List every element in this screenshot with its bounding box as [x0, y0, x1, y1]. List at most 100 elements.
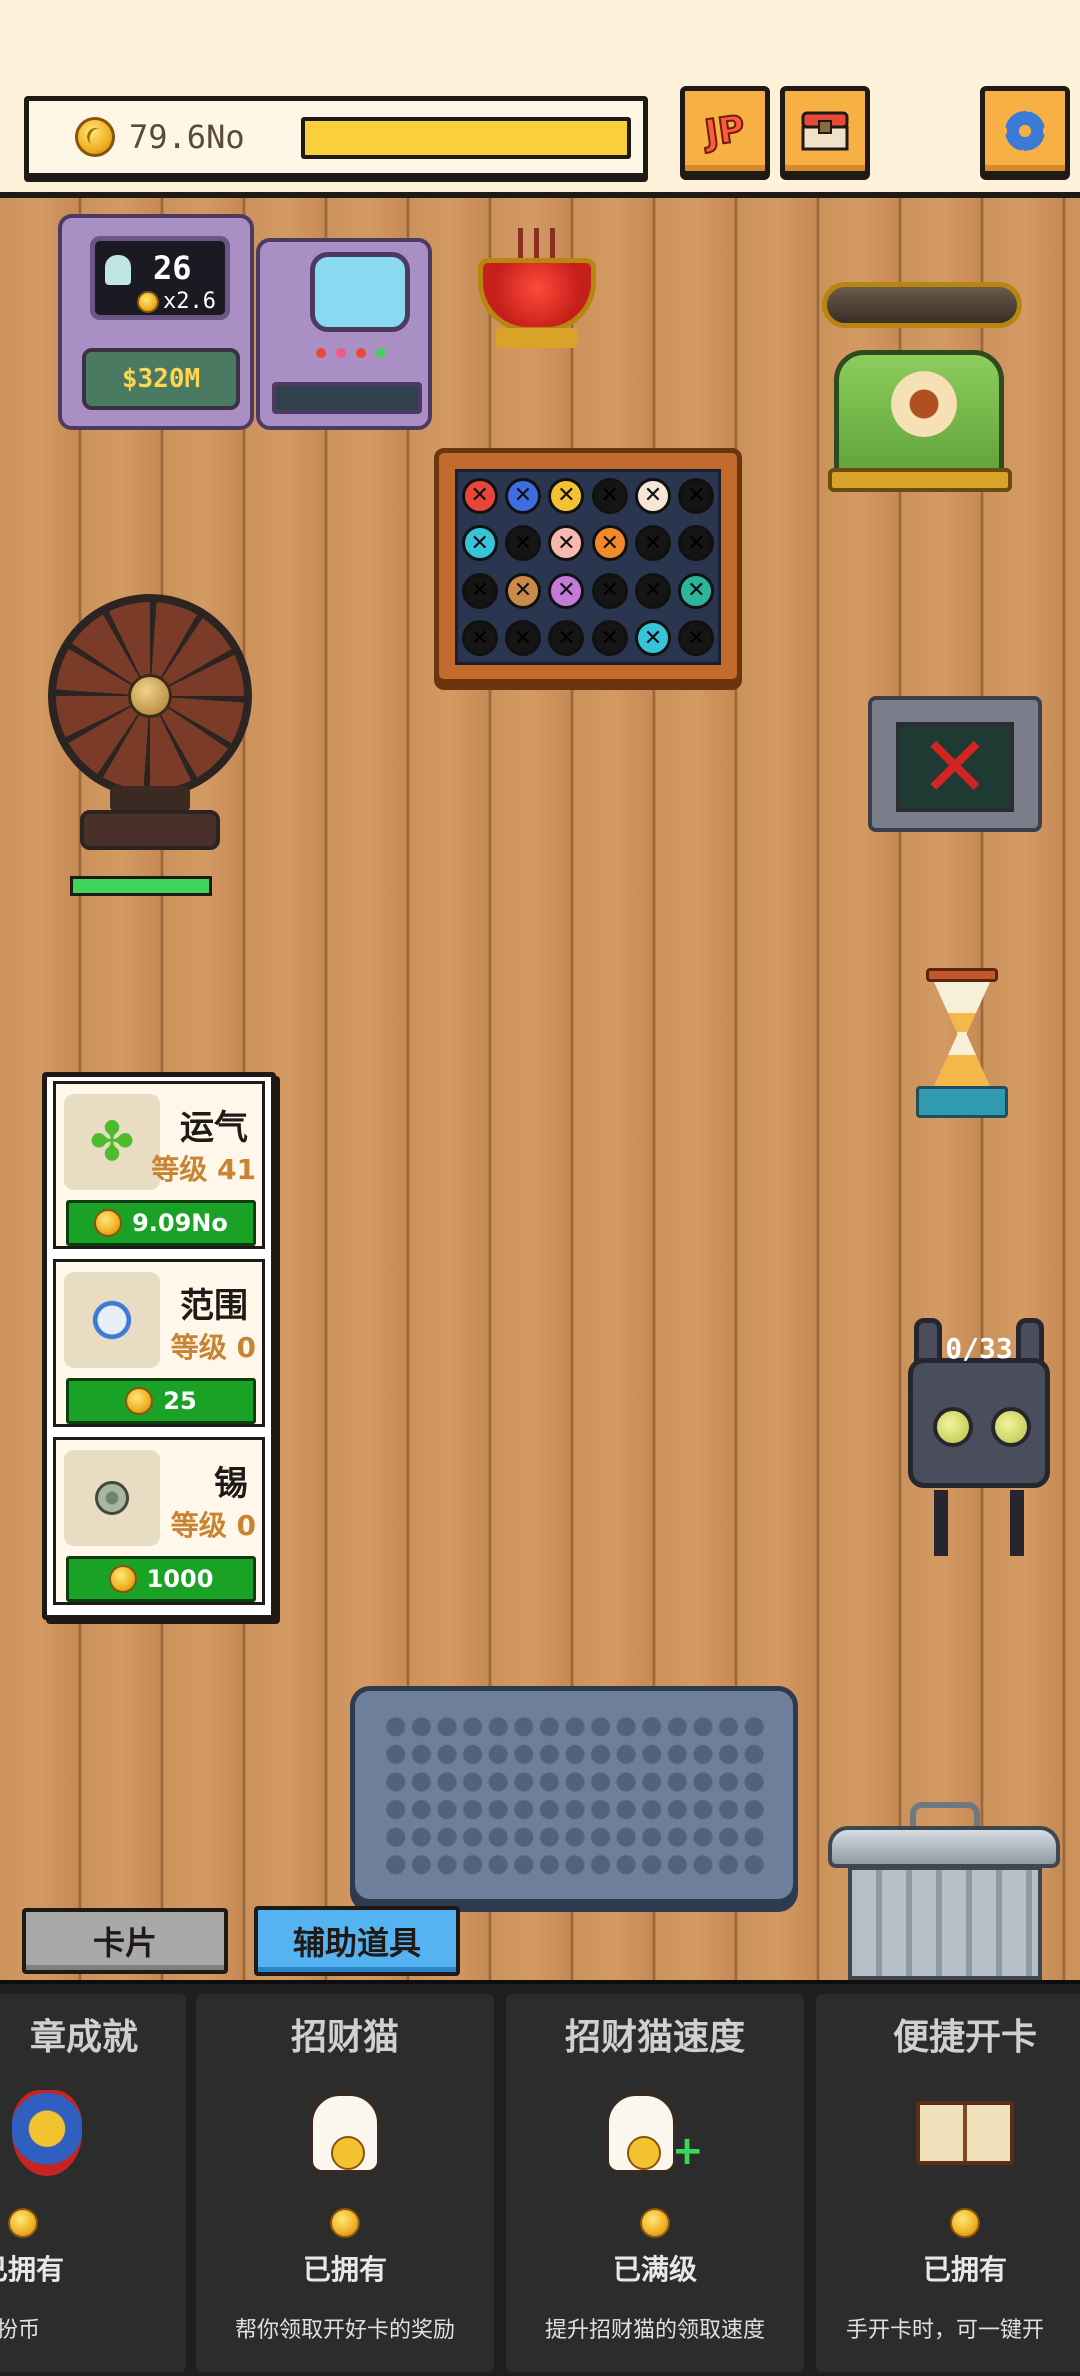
bingo-chip: ✕ [548, 525, 585, 562]
lucky-cat-icon [296, 2084, 394, 2182]
bingo-grid: ✕ ✕ ✕ ✕ ✕ ✕ ✕ ✕ ✕ ✕ ✕ ✕ ✕ ✕ ✕ ✕ ✕ ✕ ✕ ✕ ✕ ✕ ✕ ✕ [455, 469, 721, 665]
score-machine[interactable]: 26 x2.6 $320M [58, 214, 254, 430]
shop-status: 已满级 [612, 2253, 697, 2286]
trash-can[interactable] [828, 1796, 1068, 1980]
fan-base [80, 810, 220, 850]
phone-handset [822, 282, 1022, 328]
coin-icon [125, 1387, 154, 1415]
achievement-badge-icon [0, 2084, 96, 2182]
bingo-chip: ✕ [504, 525, 541, 562]
fan-health-fill [73, 879, 209, 893]
upgrade-level: 等级 0 [170, 1509, 256, 1542]
coin-icon [75, 117, 115, 157]
upgrade-buy-button[interactable]: 1000 [66, 1556, 256, 1602]
ghost-icon [105, 255, 131, 285]
bingo-chip: ✕ [504, 572, 541, 609]
monitor-screen [310, 252, 410, 332]
computer-terminal[interactable] [256, 238, 432, 430]
coin-icon [137, 290, 159, 313]
shop-description: 提升招财猫的领取速度 [544, 2318, 765, 2343]
shop-status: 已拥有 [0, 2253, 64, 2286]
upgrade-card-tin: 锡 等级 0 1000 [53, 1437, 265, 1605]
tab-cards[interactable]: 卡片 [22, 1908, 228, 1974]
upgrade-buy-button[interactable]: 9.09No [66, 1200, 256, 1246]
bingo-board[interactable]: ✕ ✕ ✕ ✕ ✕ ✕ ✕ ✕ ✕ ✕ ✕ ✕ ✕ ✕ ✕ ✕ ✕ ✕ ✕ ✕ ✕ ✕ ✕ ✕ [434, 448, 742, 684]
shop-description: 帮你领取开好卡的奖励 [234, 2318, 455, 2343]
upgrade-level: 等级 0 [170, 1331, 256, 1364]
bingo-chip: ✕ [504, 620, 541, 657]
jackpot-button[interactable]: JP [680, 86, 770, 176]
telephone[interactable] [812, 272, 1032, 498]
bingo-chip: ✕ [504, 477, 541, 514]
hourglass[interactable] [912, 968, 1012, 1120]
bingo-chip: ✕ [634, 572, 671, 609]
upgrade-panel: ✤ 运气 等级 41 9.09No 范围 等级 0 25 锡 等级 0 1000 [42, 1072, 276, 1620]
shop-title: 便捷开卡 [892, 2017, 1037, 2058]
coin-icon [8, 2208, 38, 2242]
bingo-chip: ✕ [461, 620, 498, 657]
shop-card-lucky-cat[interactable]: 招财猫 已拥有 帮你领取开好卡的奖励 [196, 1994, 494, 2372]
incense-burner[interactable] [468, 228, 606, 356]
coin-panel: 79.6No [24, 96, 648, 178]
spell-book-icon [916, 2084, 1014, 2182]
burner-base [496, 328, 578, 348]
trash-body [848, 1866, 1042, 1980]
bingo-chip: ✕ [591, 477, 628, 514]
robot-collector[interactable]: 0/33 [904, 1318, 1054, 1568]
bingo-chip: ✕ [548, 620, 585, 657]
shop-card-achievement[interactable]: 章成就 已拥有 ，领取装扮币 [0, 1994, 186, 2372]
score-screen: 26 x2.6 [90, 236, 230, 320]
settings-button[interactable] [980, 86, 1070, 176]
fan-hub [128, 674, 172, 718]
shop-title: 招财猫 [290, 2017, 399, 2058]
led-light [336, 348, 346, 358]
money-display: $320M [82, 348, 240, 410]
tin-coin-icon [64, 1450, 160, 1546]
bingo-chip: ✕ [678, 572, 715, 609]
fan-stand [110, 786, 190, 812]
disabled-monitor[interactable]: ✕ [868, 696, 1042, 832]
progress-bar [301, 117, 631, 159]
hourglass-base [916, 1086, 1008, 1118]
phone-base [828, 468, 1012, 492]
shop-card-quick-open[interactable]: 便捷开卡 已拥有 手开卡时，可一键开 [816, 1994, 1080, 2372]
upgrade-name: 锡 [214, 1464, 248, 1504]
expand-arrows-icon [64, 1272, 160, 1368]
shop-description: ，领取装扮币 [0, 2318, 40, 2343]
jackpot-icon: JP [701, 107, 748, 155]
shop-title: 招财猫速度 [564, 2017, 745, 2058]
bingo-chip: ✕ [678, 477, 715, 514]
robot-eye [933, 1407, 973, 1447]
score-multiplier: x2.6 [137, 289, 216, 314]
bingo-chip: ✕ [634, 477, 671, 514]
upgrade-name: 范围 [180, 1286, 248, 1326]
bingo-chip: ✕ [461, 572, 498, 609]
upgrade-buy-button[interactable]: 25 [66, 1378, 256, 1424]
close-icon: ✕ [896, 722, 1014, 812]
shop-description: 手开卡时，可一键开 [846, 2318, 1045, 2343]
led-light [356, 348, 366, 358]
shop-card-lucky-cat-speed[interactable]: 招财猫速度 + 已满级 提升招财猫的领取速度 [506, 1994, 804, 2372]
bingo-chip: ✕ [678, 525, 715, 562]
keyboard[interactable] [350, 1686, 798, 1904]
progress-fill [305, 121, 627, 155]
top-bar: 79.6No JP [0, 0, 1080, 198]
electric-fan[interactable] [40, 586, 260, 866]
key-grid [383, 1713, 767, 1879]
gear-icon [1005, 111, 1045, 151]
upgrade-level: 等级 41 [151, 1153, 256, 1186]
tab-tools[interactable]: 辅助道具 [254, 1906, 460, 1976]
bingo-chip: ✕ [591, 620, 628, 657]
coin-icon [108, 1565, 137, 1593]
led-light [376, 348, 386, 358]
bingo-chip: ✕ [548, 572, 585, 609]
shop-chest-icon [801, 111, 849, 151]
shop-button[interactable] [780, 86, 870, 176]
coin-icon [330, 2208, 360, 2242]
trash-lid [828, 1826, 1060, 1868]
bingo-chip: ✕ [678, 620, 715, 657]
led-light [316, 348, 326, 358]
coin-icon [640, 2208, 670, 2242]
robot-eye [991, 1407, 1031, 1447]
upgrade-name: 运气 [180, 1108, 248, 1148]
